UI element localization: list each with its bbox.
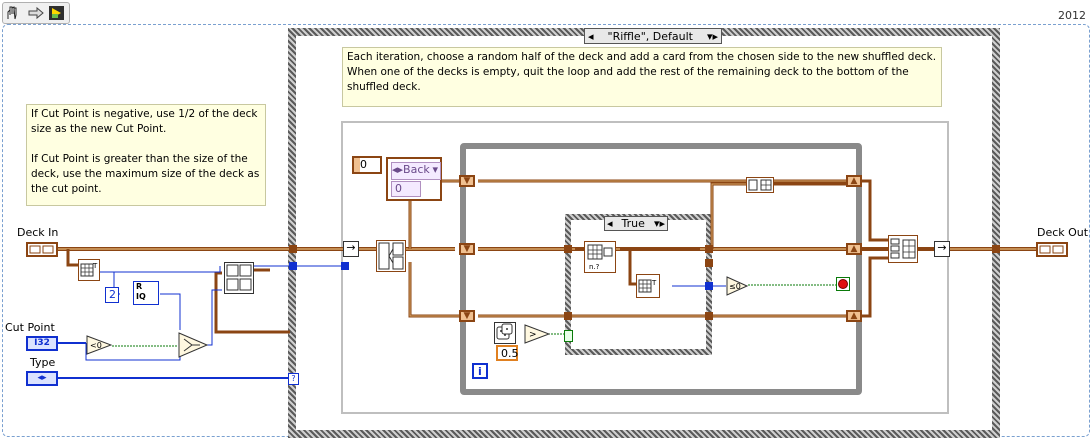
equal-zero-node[interactable]: ≤0 (726, 276, 749, 296)
tunnel-cut-point (289, 262, 297, 270)
tunnel-deck-out (992, 245, 1000, 253)
shift-register-left-1: ▼ (459, 175, 475, 187)
case-tunnel-out-3 (705, 282, 713, 290)
deck-in-terminal[interactable] (26, 242, 58, 257)
deck-out-terminal[interactable] (1036, 242, 1068, 257)
case-tunnel-in-1 (564, 245, 572, 253)
cut-point-terminal[interactable]: I32 (26, 336, 58, 351)
array-size-node[interactable]: T (78, 259, 100, 281)
shift-register-left-3: ▼ (459, 310, 475, 322)
index-array-node[interactable]: n.? (584, 241, 616, 273)
tunnel-deck-in (289, 245, 297, 253)
cut-point-type: I32 (34, 338, 50, 348)
type-label: Type (30, 356, 56, 369)
cluster-wire-branches (66, 179, 936, 334)
cut-point-label: Cut Point (5, 321, 55, 334)
seq-tunnel-in: → (343, 241, 359, 257)
quotient-remainder-node[interactable]: R IQ (133, 281, 159, 305)
build-array-node[interactable] (888, 235, 918, 263)
svg-text:n.?: n.? (589, 263, 600, 271)
shift-register-left-2: ▼ (459, 243, 475, 255)
dropdown-icon: ▾ (432, 163, 438, 176)
constant-half[interactable]: 0.5 (496, 345, 519, 361)
wires (58, 179, 1036, 379)
enum-arrows-icon: ◂▸ (392, 163, 404, 176)
shift-register-right-2: ▲ (846, 243, 862, 255)
split-array-node[interactable] (376, 240, 406, 272)
lt-zero-text: <0 (90, 341, 102, 350)
case-tunnel-out-2 (705, 259, 713, 267)
deck-in-label: Deck In (17, 226, 59, 239)
case-tunnel-select (564, 330, 573, 342)
constant-two[interactable]: 2 (105, 287, 119, 303)
case-tunnel-out-4 (705, 312, 713, 320)
less-than-zero-node[interactable]: <0 (86, 335, 113, 355)
shift-register-right-1: ▲ (846, 175, 862, 187)
greater-than-node[interactable]: > (524, 324, 551, 344)
enum-constant-cluster[interactable]: ◂▸Back ▾ 0 (386, 157, 442, 201)
seq-tunnel-out: → (934, 241, 950, 257)
index-value: 0 (360, 158, 367, 171)
deck-out-label: Deck Out (1037, 226, 1089, 239)
svg-text:T: T (651, 279, 657, 287)
case-tunnel-out-1 (705, 245, 713, 253)
seq-tunnel-int (341, 262, 349, 270)
back-enum-text: Back (403, 163, 430, 176)
random-node[interactable] (494, 322, 516, 344)
in-range-coerce-node[interactable] (224, 262, 254, 294)
select-node[interactable] (178, 332, 209, 358)
insert-array-node[interactable] (746, 177, 774, 193)
tunnel-type: ? (288, 373, 299, 385)
type-terminal[interactable]: ◂▸ (26, 371, 58, 386)
back-enum-value: 0 (391, 181, 421, 197)
shift-register-right-3: ▲ (846, 310, 862, 322)
iteration-terminal: i (472, 363, 488, 379)
stop-condition-icon (836, 277, 850, 291)
index-constant[interactable]: 0 (352, 156, 382, 174)
block-diagram: 2012 ◂ "Riffle", Default ▾▸ Each iterati… (0, 0, 1092, 440)
array-size-inner-node[interactable]: T (636, 274, 660, 298)
svg-text:>: > (529, 330, 537, 340)
back-enum-ring[interactable]: ◂▸Back ▾ (391, 162, 441, 180)
case-tunnel-in-2 (564, 312, 572, 320)
svg-text:T: T (92, 262, 98, 270)
svg-text:≤0: ≤0 (729, 282, 741, 291)
